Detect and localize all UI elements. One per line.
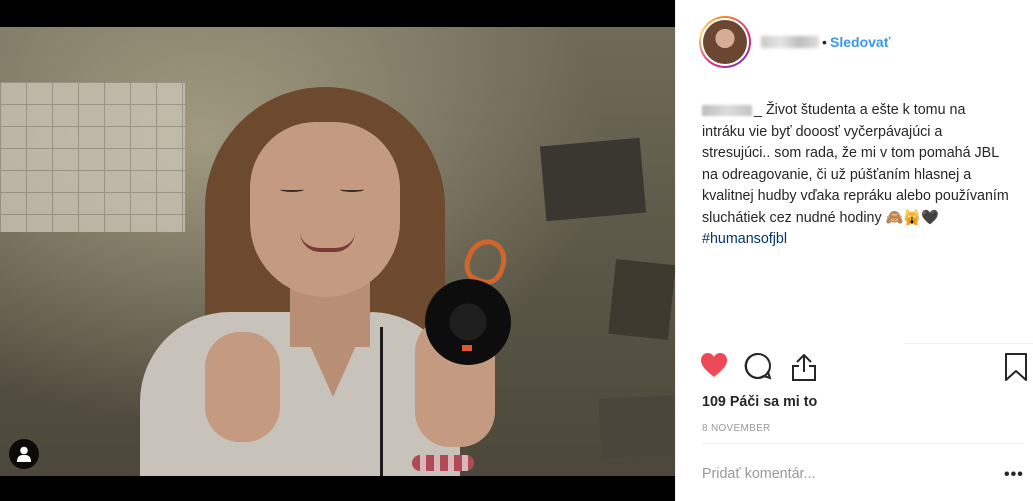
post-date: 8 NOVEMBER <box>702 423 771 434</box>
share-icon <box>792 354 816 381</box>
like-button[interactable] <box>700 352 728 383</box>
earphone-cable <box>380 327 383 476</box>
action-bar <box>700 352 1030 386</box>
separator-dot: • <box>822 34 827 50</box>
jbl-speaker <box>425 279 511 365</box>
person-eye <box>340 187 364 192</box>
person-face <box>250 122 400 297</box>
person-neckline <box>295 312 371 397</box>
caption-text: Život študenta a ešte k tomu na intráku … <box>702 102 1009 226</box>
avatar[interactable] <box>699 16 751 68</box>
person-hand <box>205 332 280 442</box>
divider <box>702 443 1024 444</box>
follow-button[interactable]: Sledovať <box>830 34 890 50</box>
comment-button[interactable] <box>744 352 772 385</box>
avatar-image <box>703 20 747 64</box>
heart-icon <box>701 353 727 377</box>
hashtag-link[interactable]: #humansofjbl <box>702 229 1012 251</box>
post-caption: _ Život študenta a ešte k tomu na intrák… <box>702 100 1012 251</box>
wall-calendar <box>0 82 185 232</box>
user-tag-icon <box>17 446 31 462</box>
username-blurred[interactable] <box>761 36 819 48</box>
caption-username-blurred[interactable] <box>702 104 752 116</box>
jbl-logo <box>462 345 472 351</box>
save-button[interactable] <box>1004 352 1028 387</box>
bracelet <box>412 455 474 471</box>
user-tag-button[interactable] <box>9 439 39 469</box>
wall-photo <box>598 395 675 459</box>
wall-photo <box>539 137 647 222</box>
share-button[interactable] <box>790 352 818 387</box>
comment-input[interactable] <box>702 462 982 486</box>
post-photo-area <box>0 0 675 501</box>
person-eye <box>280 187 304 192</box>
post-header: • Sledovať <box>676 0 1033 85</box>
more-options-button[interactable]: ••• <box>1004 466 1024 484</box>
bookmark-icon <box>1005 353 1027 381</box>
post-side-panel: • Sledovať _ Život študenta a ešte k tom… <box>675 0 1033 501</box>
comment-icon <box>744 352 772 380</box>
caption-username-suffix: _ <box>754 102 762 118</box>
divider <box>904 343 1033 344</box>
wall-photo <box>608 259 675 340</box>
avatar-frame <box>701 18 749 66</box>
post-image[interactable] <box>0 27 675 476</box>
likes-count[interactable]: 109 Páči sa mi to <box>702 394 817 410</box>
instagram-post-view: • Sledovať _ Život študenta a ešte k tom… <box>0 0 1033 501</box>
